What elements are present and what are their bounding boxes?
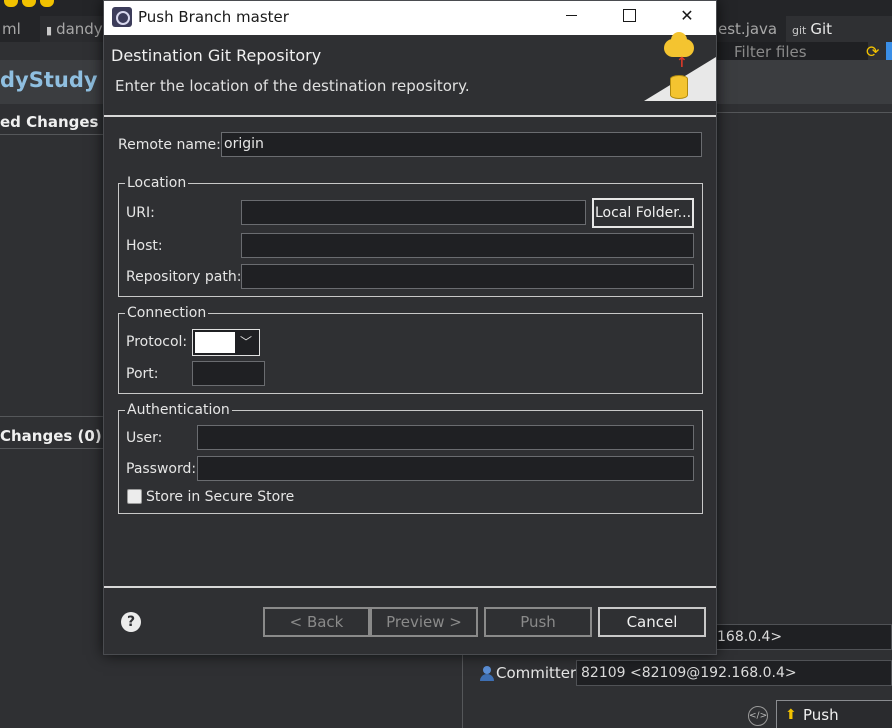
push-head-button[interactable]: ⬆Push HEAD... [776, 700, 892, 728]
dialog-title-bar: Push Branch master ✕ [104, 1, 716, 35]
port-label: Port: [126, 366, 159, 382]
minimize-button[interactable] [542, 1, 600, 31]
repository-path-input[interactable] [241, 264, 694, 289]
push-branch-dialog: Push Branch master ✕ Destination Git Rep… [103, 0, 717, 655]
protocol-label: Protocol: [126, 334, 188, 350]
uri-input[interactable] [241, 200, 586, 225]
divider [462, 655, 463, 728]
uri-label: URI: [126, 205, 155, 221]
user-input[interactable] [197, 425, 694, 450]
user-label: User: [126, 430, 163, 446]
toolbar-button[interactable] [886, 42, 892, 60]
location-legend: Location [125, 174, 189, 192]
divider [104, 115, 716, 117]
help-icon[interactable]: ? [121, 612, 141, 632]
preview-button[interactable]: Preview > [370, 607, 478, 637]
committer-icon [480, 666, 494, 681]
authentication-legend: Authentication [125, 401, 232, 419]
push-wizard-icon: ↑ [644, 32, 716, 101]
divider [0, 134, 104, 135]
protocol-value [195, 332, 235, 353]
close-button[interactable]: ✕ [658, 1, 716, 31]
protocol-select[interactable]: ﹀ [192, 329, 260, 356]
file-icon: ▮ [46, 24, 53, 37]
push-button[interactable]: Push [484, 607, 592, 637]
committer-label: Committer: [496, 664, 581, 682]
toolbar-icons[interactable] [0, 0, 110, 10]
divider [716, 112, 892, 113]
divider [0, 416, 104, 417]
password-input[interactable] [197, 456, 694, 481]
divider [0, 448, 104, 449]
local-folder-button[interactable]: Local Folder... [592, 198, 694, 228]
repository-path-label: Repository path: [126, 269, 242, 285]
remote-name-input[interactable]: origin [221, 132, 702, 157]
page-title: Destination Git Repository [111, 46, 322, 65]
tab-git-staging[interactable]: gitGit Staging [786, 16, 892, 66]
push-arrow-icon: ⬆ [785, 707, 797, 723]
eclipse-icon [112, 7, 132, 27]
staged-changes-label[interactable]: Changes (0) [0, 427, 102, 445]
divider [104, 586, 716, 588]
chevron-down-icon: ﹀ [239, 335, 252, 349]
author-field[interactable]: 168.0.4> [712, 624, 892, 650]
secure-store-checkbox[interactable] [127, 489, 142, 504]
password-label: Password: [126, 461, 197, 477]
editor-tab-1[interactable]: ml [0, 16, 38, 42]
cancel-button[interactable]: Cancel [598, 607, 706, 637]
refresh-icon[interactable]: ⟳ [866, 42, 879, 61]
close-icon: ✕ [680, 6, 694, 25]
host-input[interactable] [241, 233, 694, 258]
port-input[interactable] [192, 361, 265, 386]
secure-store-label[interactable]: Store in Secure Store [146, 489, 294, 505]
code-icon[interactable]: </> [748, 706, 768, 726]
page-description: Enter the location of the destination re… [115, 77, 470, 95]
wizard-header: Destination Git Repository Enter the loc… [104, 32, 716, 115]
editor-tab-java[interactable]: est.java [712, 16, 778, 42]
host-label: Host: [126, 238, 163, 254]
remote-name-label: Remote name: [118, 137, 221, 153]
back-button[interactable]: < Back [263, 607, 370, 637]
committer-field[interactable]: 82109 <82109@192.168.0.4> [576, 660, 892, 686]
git-icon: git [792, 24, 807, 37]
editor-tab-dandy[interactable]: ▮ dandy [40, 16, 104, 42]
maximize-button[interactable] [600, 1, 658, 31]
filter-files-input[interactable]: Filter files [712, 42, 868, 62]
connection-legend: Connection [125, 304, 209, 322]
dialog-title: Push Branch master [138, 8, 289, 26]
